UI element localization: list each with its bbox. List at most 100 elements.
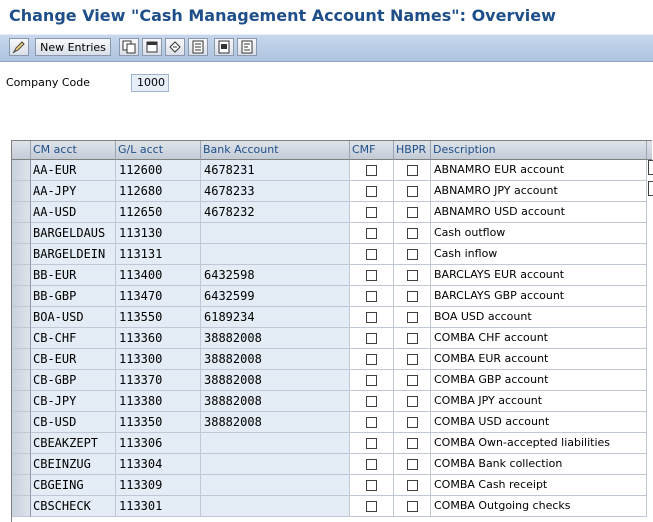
select-block-icon[interactable]: [214, 38, 234, 56]
bank-account-cell[interactable]: [201, 223, 350, 244]
cm-acct-cell[interactable]: BARGELDAUS: [31, 223, 116, 244]
description-cell[interactable]: COMBA Bank collection: [431, 454, 647, 475]
cm-acct-cell[interactable]: BARGELDEIN: [31, 244, 116, 265]
hbpr-checkbox[interactable]: [406, 416, 418, 428]
bank-account-cell[interactable]: [201, 475, 350, 496]
cmf-checkbox-cell[interactable]: [350, 307, 394, 328]
gl-acct-cell[interactable]: 113550: [116, 307, 201, 328]
cmf-checkbox[interactable]: [366, 458, 377, 470]
hbpr-checkbox-cell[interactable]: [394, 286, 431, 307]
description-cell[interactable]: ABNAMRO EUR account: [431, 160, 647, 181]
gl-acct-cell[interactable]: 113370: [116, 370, 201, 391]
cmf-checkbox-cell[interactable]: [350, 433, 394, 454]
hbpr-checkbox[interactable]: [406, 479, 418, 491]
cm-acct-cell[interactable]: AA-EUR: [31, 160, 116, 181]
row-selector[interactable]: [12, 160, 31, 181]
description-cell[interactable]: COMBA JPY account: [431, 391, 647, 412]
row-selector[interactable]: [12, 433, 31, 454]
gl-acct-cell[interactable]: 113400: [116, 265, 201, 286]
hbpr-checkbox-cell[interactable]: [394, 223, 431, 244]
hbpr-checkbox-cell[interactable]: [394, 475, 431, 496]
bank-account-cell[interactable]: 6189234: [201, 307, 350, 328]
new-entries-button[interactable]: New Entries: [35, 38, 111, 56]
cmf-checkbox-cell[interactable]: [350, 286, 394, 307]
delete-icon[interactable]: [142, 38, 162, 56]
gl-acct-cell[interactable]: 112650: [116, 202, 201, 223]
cmf-checkbox[interactable]: [366, 374, 377, 386]
cmf-checkbox[interactable]: [366, 437, 377, 449]
description-cell[interactable]: COMBA Cash receipt: [431, 475, 647, 496]
cm-acct-cell[interactable]: CBSCHECK: [31, 496, 116, 517]
cmf-checkbox[interactable]: [366, 311, 377, 323]
cmf-checkbox-cell[interactable]: [350, 244, 394, 265]
gl-acct-cell[interactable]: 113130: [116, 223, 201, 244]
row-selector[interactable]: [12, 370, 31, 391]
description-cell[interactable]: ABNAMRO USD account: [431, 202, 647, 223]
description-cell[interactable]: COMBA EUR account: [431, 349, 647, 370]
gl-acct-cell[interactable]: 112680: [116, 181, 201, 202]
column-header-hbpr[interactable]: HBPR: [394, 141, 431, 160]
cm-acct-cell[interactable]: BB-EUR: [31, 265, 116, 286]
cmf-checkbox[interactable]: [366, 269, 377, 281]
hbpr-checkbox[interactable]: [406, 500, 418, 512]
column-header-cm-acct[interactable]: CM acct: [31, 141, 116, 160]
row-selector[interactable]: [12, 454, 31, 475]
bank-account-cell[interactable]: [201, 454, 350, 475]
cmf-checkbox-cell[interactable]: [350, 475, 394, 496]
cm-acct-cell[interactable]: AA-JPY: [31, 181, 116, 202]
column-header-description[interactable]: Description: [431, 141, 647, 160]
row-selector[interactable]: [12, 202, 31, 223]
hbpr-checkbox[interactable]: [406, 437, 418, 449]
column-header-bank-account[interactable]: Bank Account: [201, 141, 350, 160]
bank-account-cell[interactable]: 38882008: [201, 349, 350, 370]
hbpr-checkbox[interactable]: [406, 353, 418, 365]
cmf-checkbox-cell[interactable]: [350, 412, 394, 433]
bank-account-cell[interactable]: 38882008: [201, 391, 350, 412]
cmf-checkbox-cell[interactable]: [350, 496, 394, 517]
bank-account-cell[interactable]: [201, 433, 350, 454]
cmf-checkbox[interactable]: [366, 395, 377, 407]
gl-acct-cell[interactable]: 113470: [116, 286, 201, 307]
column-header-gl-acct[interactable]: G/L acct: [116, 141, 201, 160]
row-selector[interactable]: [12, 286, 31, 307]
row-selector[interactable]: [12, 412, 31, 433]
cmf-checkbox-cell[interactable]: [350, 202, 394, 223]
cmf-checkbox-cell[interactable]: [350, 160, 394, 181]
hbpr-checkbox[interactable]: [406, 290, 418, 302]
cmf-checkbox[interactable]: [366, 227, 377, 239]
hbpr-checkbox-cell[interactable]: [394, 307, 431, 328]
description-cell[interactable]: COMBA GBP account: [431, 370, 647, 391]
hbpr-checkbox[interactable]: [406, 248, 418, 260]
cmf-checkbox[interactable]: [366, 332, 377, 344]
hbpr-checkbox-cell[interactable]: [394, 370, 431, 391]
side-checkbox[interactable]: [648, 181, 653, 196]
row-selector[interactable]: [12, 475, 31, 496]
row-selector[interactable]: [12, 223, 31, 244]
description-cell[interactable]: COMBA Outgoing checks: [431, 496, 647, 517]
select-all-column-button[interactable]: [12, 141, 31, 160]
bank-account-cell[interactable]: [201, 496, 350, 517]
cmf-checkbox[interactable]: [366, 479, 377, 491]
cmf-checkbox[interactable]: [366, 500, 377, 512]
cmf-checkbox-cell[interactable]: [350, 370, 394, 391]
gl-acct-cell[interactable]: 113306: [116, 433, 201, 454]
hbpr-checkbox[interactable]: [406, 269, 418, 281]
cmf-checkbox-cell[interactable]: [350, 391, 394, 412]
cmf-checkbox-cell[interactable]: [350, 328, 394, 349]
column-settings-icon[interactable]: [647, 141, 652, 160]
cm-acct-cell[interactable]: CB-CHF: [31, 328, 116, 349]
bank-account-cell[interactable]: [201, 244, 350, 265]
hbpr-checkbox[interactable]: [406, 185, 418, 197]
cmf-checkbox[interactable]: [366, 416, 377, 428]
cm-acct-cell[interactable]: CB-USD: [31, 412, 116, 433]
hbpr-checkbox-cell[interactable]: [394, 454, 431, 475]
row-selector[interactable]: [12, 391, 31, 412]
hbpr-checkbox[interactable]: [406, 395, 418, 407]
cmf-checkbox-cell[interactable]: [350, 265, 394, 286]
cmf-checkbox-cell[interactable]: [350, 454, 394, 475]
hbpr-checkbox[interactable]: [406, 227, 418, 239]
cm-acct-cell[interactable]: CB-GBP: [31, 370, 116, 391]
bank-account-cell[interactable]: 38882008: [201, 412, 350, 433]
cm-acct-cell[interactable]: CBEINZUG: [31, 454, 116, 475]
column-header-cmf[interactable]: CMF: [350, 141, 394, 160]
